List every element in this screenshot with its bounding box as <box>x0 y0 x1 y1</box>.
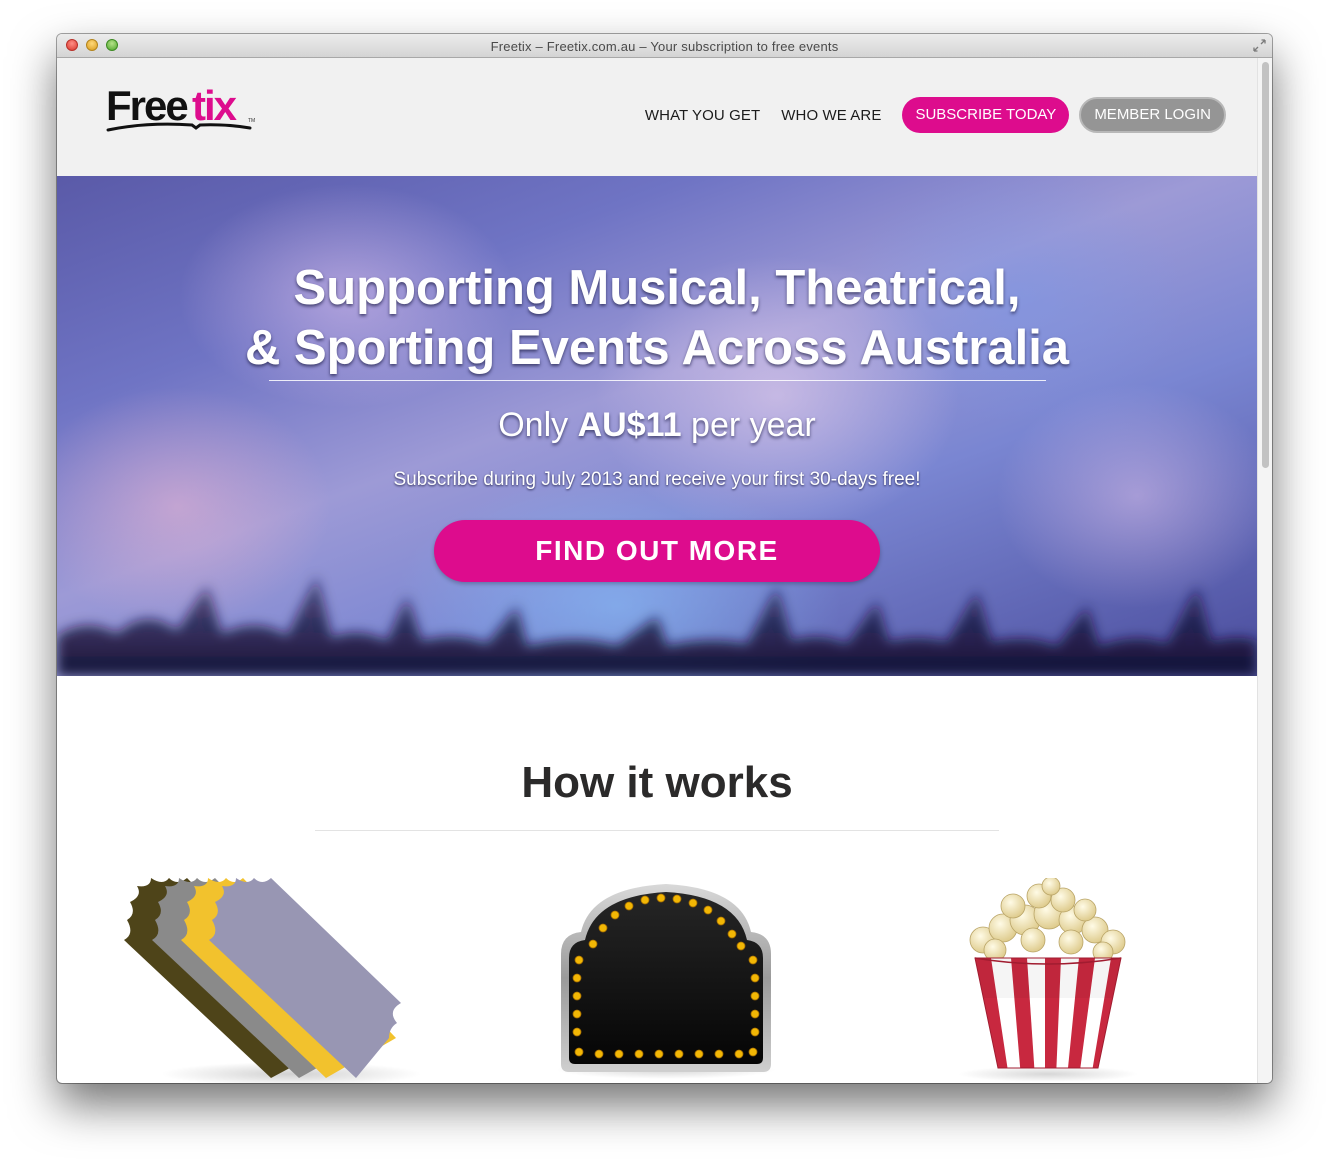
price-suffix: per year <box>691 406 816 444</box>
member-login-button[interactable]: MEMBER LOGIN <box>1079 97 1226 133</box>
hero-headline-line2: & Sporting Events Across Australia <box>244 321 1070 375</box>
site-header: Free tix TM WHAT YOU GET WHO WE ARE SUBS… <box>57 58 1257 176</box>
page-viewport: Free tix TM WHAT YOU GET WHO WE ARE SUBS… <box>57 58 1257 1083</box>
freetix-logo[interactable]: Free tix TM <box>106 84 260 138</box>
nav-who-we-are[interactable]: WHO WE ARE <box>781 107 881 124</box>
svg-text:TM: TM <box>248 118 255 124</box>
tickets-icon <box>124 878 421 1083</box>
vertical-scrollbar[interactable] <box>1257 58 1272 1083</box>
how-it-works-title: How it works <box>521 758 793 807</box>
window-title: Freetix – Freetix.com.au – Your subscrip… <box>490 39 839 54</box>
hero-subtitle: Subscribe during July 2013 and receive y… <box>393 469 921 490</box>
scrollbar-thumb[interactable] <box>1262 62 1269 468</box>
hero-headline-line1: Supporting Musical, Theatrical, <box>293 261 1021 315</box>
find-out-more-button[interactable]: FIND OUT MORE <box>434 520 880 582</box>
hero-divider <box>269 380 1046 381</box>
price-prefix: Only <box>498 406 569 444</box>
svg-text:Free: Free <box>106 84 187 129</box>
hero-price: Only AU$11 per year <box>57 406 1257 445</box>
fullscreen-icon[interactable] <box>1253 39 1266 52</box>
svg-text:tix: tix <box>192 84 238 129</box>
nav-what-you-get[interactable]: WHAT YOU GET <box>645 107 760 124</box>
popcorn-icon <box>958 878 1138 1082</box>
window-titlebar: Freetix – Freetix.com.au – Your subscrip… <box>57 34 1272 58</box>
hero-banner: Supporting Musical, Theatrical, & Sporti… <box>57 176 1257 676</box>
browser-window: Freetix – Freetix.com.au – Your subscrip… <box>57 34 1272 1083</box>
price-amount: AU$11 <box>577 406 682 444</box>
subscribe-today-button[interactable]: SUBSCRIBE TODAY <box>902 97 1070 133</box>
hero-headline: Supporting Musical, Theatrical, & Sporti… <box>57 258 1257 378</box>
main-nav: WHAT YOU GET WHO WE ARE SUBSCRIBE TODAY … <box>645 97 1226 133</box>
marquee-sign-icon <box>556 884 776 1079</box>
how-it-works-divider <box>315 830 999 831</box>
